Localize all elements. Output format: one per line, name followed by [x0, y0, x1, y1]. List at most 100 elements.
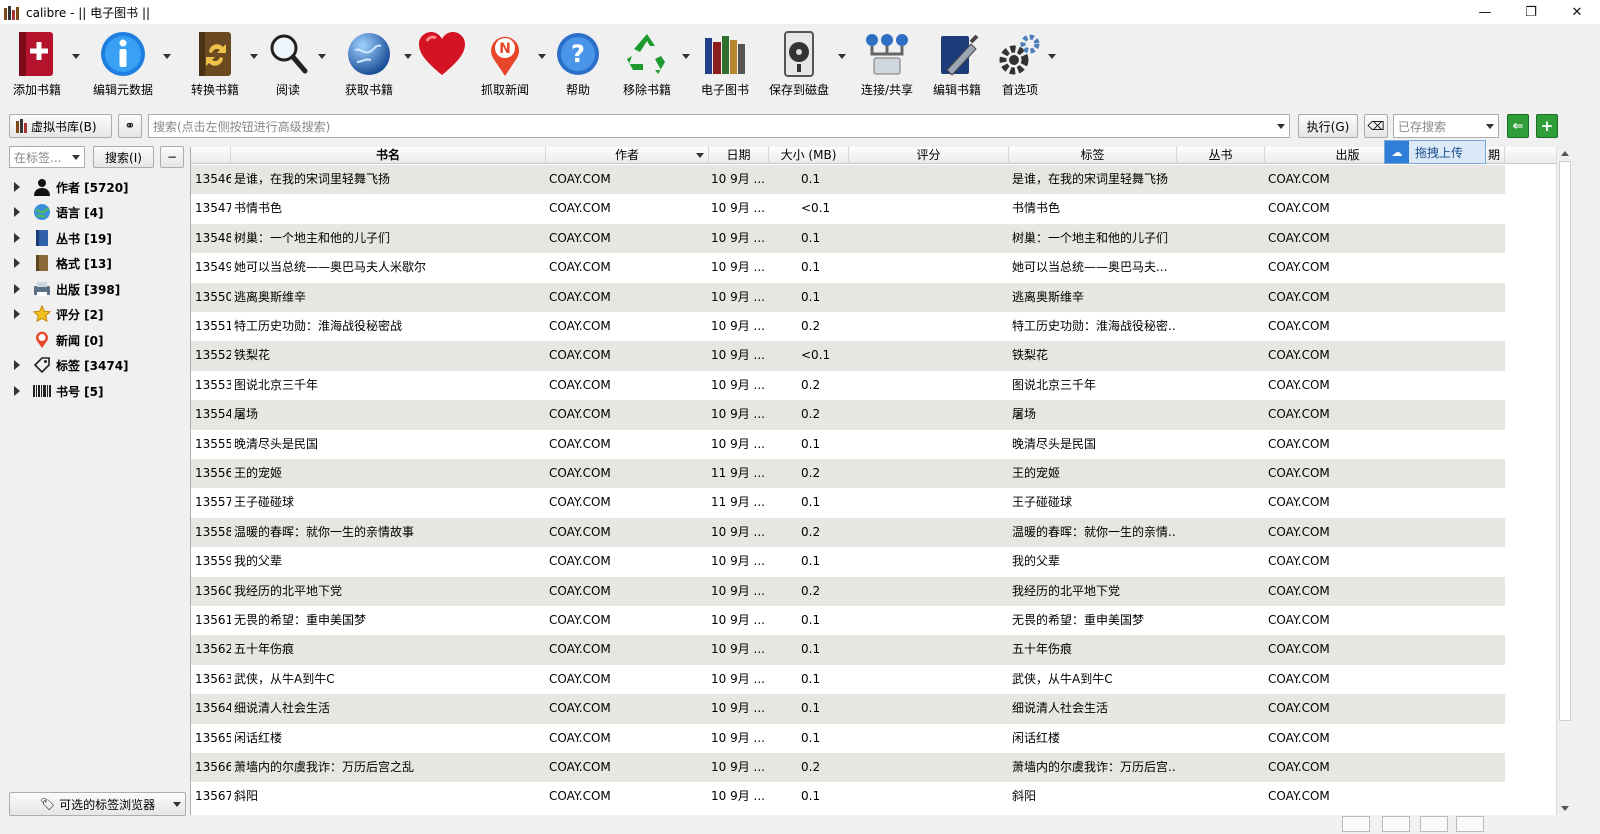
column-header-rating[interactable]: 评分 — [849, 147, 1009, 164]
table-row[interactable]: 13556 王的宠姬 COAY.COM 11 9月 ... 0.2 王的宠姬 C… — [191, 459, 1505, 489]
tag-category-languages[interactable]: 语言 [4] — [14, 201, 104, 223]
remove-books-button[interactable]: 移除书籍 — [616, 28, 678, 98]
save-to-disk-button[interactable]: 保存到磁盘 — [766, 28, 832, 98]
expand-arrow-icon[interactable] — [14, 233, 20, 243]
table-row[interactable]: 13553 图说北京三千年 COAY.COM 10 9月 ... 0.2 图说北… — [191, 371, 1505, 400]
table-row[interactable]: 13555 晚清尽头是民国 COAY.COM 10 9月 ... 0.1 晚清尽… — [191, 430, 1505, 459]
expand-arrow-icon[interactable] — [14, 386, 20, 396]
scroll-up-arrow[interactable] — [1561, 151, 1569, 156]
expand-arrow-icon[interactable] — [14, 258, 20, 268]
column-header-tags[interactable]: 标签 — [1009, 147, 1177, 164]
advanced-search-button[interactable]: ⚭ — [118, 114, 142, 138]
expand-arrow-icon[interactable] — [14, 309, 20, 319]
edit-metadata-button[interactable]: 编辑元数据 — [90, 28, 156, 98]
save-search-button[interactable]: ⇐ — [1507, 114, 1529, 138]
preferences-menu-arrow[interactable] — [1048, 54, 1056, 59]
tag-search-button[interactable]: 搜索(I) — [93, 146, 154, 168]
table-row[interactable]: 13560 我经历的北平地下党 COAY.COM 10 9月 ... 0.2 我… — [191, 576, 1505, 606]
vertical-scrollbar[interactable] — [1556, 147, 1572, 815]
table-row[interactable]: 13564 细说清人社会生活 COAY.COM 10 9月 ... 0.1 细说… — [191, 694, 1505, 724]
minimize-button[interactable]: — — [1462, 0, 1508, 24]
edit-metadata-menu-arrow[interactable] — [163, 54, 171, 59]
table-row[interactable]: 13565 闲话红楼 COAY.COM 10 9月 ... 0.1 闲话红楼 C… — [191, 724, 1505, 753]
fetch-news-menu-arrow[interactable] — [538, 54, 546, 59]
tag-category-identifiers[interactable]: 书号 [5] — [14, 380, 104, 402]
convert-book-menu-arrow[interactable] — [250, 54, 258, 59]
table-row[interactable]: 13550 逃离奥斯维辛 COAY.COM 10 9月 ... 0.1 逃离奥斯… — [191, 282, 1505, 312]
search-history-arrow[interactable] — [1277, 124, 1285, 129]
layout-details-button[interactable] — [1382, 816, 1410, 832]
tag-category-ratings[interactable]: 评分 [2] — [14, 303, 104, 325]
tag-category-series[interactable]: 丛书 [19] — [14, 227, 112, 249]
tag-category-formats[interactable]: 格式 [13] — [14, 252, 112, 274]
read-button[interactable]: 阅读 — [262, 28, 314, 98]
tag-category-news[interactable]: 新闻 [0] — [14, 329, 104, 351]
column-header-series[interactable]: 丛书 — [1177, 147, 1265, 164]
search-input[interactable]: 搜索(点击左侧按钮进行高级搜索) — [148, 114, 1290, 138]
collapse-button[interactable]: − — [160, 146, 184, 168]
table-row[interactable]: 13562 五十年伤痕 COAY.COM 10 9月 ... 0.1 五十年伤痕… — [191, 635, 1505, 665]
column-header-index[interactable] — [191, 147, 231, 164]
read-menu-arrow[interactable] — [318, 54, 326, 59]
remove-books-menu-arrow[interactable] — [682, 54, 690, 59]
layout-cover-button[interactable] — [1456, 816, 1484, 832]
table-row[interactable]: 13554 屠场 COAY.COM 10 9月 ... 0.2 屠场 COAY.… — [191, 400, 1505, 430]
edit-book-button[interactable]: 编辑书籍 — [928, 28, 986, 98]
preferences-button[interactable]: 首选项 — [994, 28, 1046, 98]
virtual-library-button[interactable]: 虚拟书库(B) — [9, 114, 112, 138]
table-row[interactable]: 13557 王子碰碰球 COAY.COM 11 9月 ... 0.1 王子碰碰球… — [191, 488, 1505, 517]
tag-category-authors[interactable]: 作者 [5720] — [14, 176, 129, 198]
table-row[interactable]: 13551 特工历史功勋：淮海战役秘密战 COAY.COM 10 9月 ... … — [191, 312, 1505, 341]
table-row[interactable]: 13563 武侠，从牛A到牛C COAY.COM 10 9月 ... 0.1 武… — [191, 665, 1505, 694]
table-row[interactable]: 13558 温暖的春晖：就你一生的亲情故事 COAY.COM 10 9月 ...… — [191, 517, 1505, 548]
table-row[interactable]: 13567 斜阳 COAY.COM 10 9月 ... 0.1 斜阳 COAY.… — [191, 782, 1505, 811]
saved-search-input[interactable]: 已存搜索 — [1393, 114, 1499, 138]
connect-share-button[interactable]: 连接/共享 — [856, 28, 918, 98]
table-row[interactable]: 13547 书情书色 COAY.COM 10 9月 ... <0.1 书情书色 … — [191, 194, 1505, 223]
table-row[interactable]: 13559 我的父辈 COAY.COM 10 9月 ... 0.1 我的父辈 C… — [191, 547, 1505, 576]
donate-button[interactable] — [414, 28, 470, 98]
expand-arrow-icon[interactable] — [14, 360, 20, 370]
execute-search-button[interactable]: 执行(G) — [1298, 114, 1358, 138]
column-header-size[interactable]: 大小 (MB) — [769, 147, 849, 164]
tag-category-publishers[interactable]: 出版 [398] — [14, 278, 120, 300]
network-icon — [861, 28, 913, 80]
tag-browser-menu-arrow[interactable] — [173, 802, 181, 807]
drag-upload-popup[interactable]: ☁ 拖拽上传 — [1384, 140, 1486, 164]
add-book-menu-arrow[interactable] — [72, 54, 80, 59]
column-header-title[interactable]: 书名 — [231, 147, 546, 164]
tag-category-tags[interactable]: 标签 [3474] — [14, 354, 129, 376]
tag-filter-arrow[interactable] — [72, 155, 80, 160]
expand-arrow-icon[interactable] — [14, 284, 20, 294]
column-header-date[interactable]: 日期 — [709, 147, 769, 164]
fetch-books-button[interactable]: 获取书籍 — [338, 28, 400, 98]
tag-browser-button[interactable]: 🏷 可选的标签浏览器 — [9, 792, 186, 816]
expand-arrow-icon[interactable] — [14, 207, 20, 217]
convert-book-button[interactable]: 转换书籍 — [186, 28, 244, 98]
row-id: 13565 — [195, 730, 231, 745]
help-button[interactable]: ? 帮助 — [552, 28, 604, 98]
layout-list-button[interactable] — [1342, 816, 1370, 832]
close-button[interactable]: ✕ — [1554, 0, 1600, 24]
scroll-down-arrow[interactable] — [1561, 806, 1569, 811]
saved-search-arrow[interactable] — [1486, 124, 1494, 129]
table-row[interactable]: 13546 是谁，在我的宋词里轻舞飞扬 COAY.COM 10 9月 ... 0… — [191, 165, 1505, 195]
table-row[interactable]: 13549 她可以当总统——奥巴马夫人米歇尔 COAY.COM 10 9月 ..… — [191, 253, 1505, 282]
save-to-disk-menu-arrow[interactable] — [838, 54, 846, 59]
library-button[interactable]: 电子图书 — [696, 28, 754, 98]
table-row[interactable]: 13561 无畏的希望：重申美国梦 COAY.COM 10 9月 ... 0.1… — [191, 606, 1505, 635]
column-header-author[interactable]: 作者 — [546, 147, 709, 164]
table-row[interactable]: 13552 铁梨花 COAY.COM 10 9月 ... <0.1 铁梨花 CO… — [191, 341, 1505, 371]
table-row[interactable]: 13566 萧墙内的尔虞我诈：万历后宫之乱 COAY.COM 10 9月 ...… — [191, 753, 1505, 783]
expand-arrow-icon[interactable] — [14, 182, 20, 192]
layout-grid-button[interactable] — [1420, 816, 1448, 832]
add-saved-search-button[interactable]: + — [1536, 114, 1558, 138]
maximize-button[interactable]: ❐ — [1508, 0, 1554, 24]
fetch-books-menu-arrow[interactable] — [404, 54, 412, 59]
add-book-button[interactable]: 添加书籍 — [8, 28, 66, 98]
clear-search-button[interactable]: ⌫ — [1364, 114, 1388, 138]
fetch-news-button[interactable]: N 抓取新闻 — [476, 28, 534, 98]
scrollbar-thumb[interactable] — [1559, 161, 1571, 721]
tag-filter-input[interactable]: 在标签... — [9, 146, 85, 168]
table-row[interactable]: 13548 树巢：一个地主和他的儿子们 COAY.COM 10 9月 ... 0… — [191, 223, 1505, 254]
